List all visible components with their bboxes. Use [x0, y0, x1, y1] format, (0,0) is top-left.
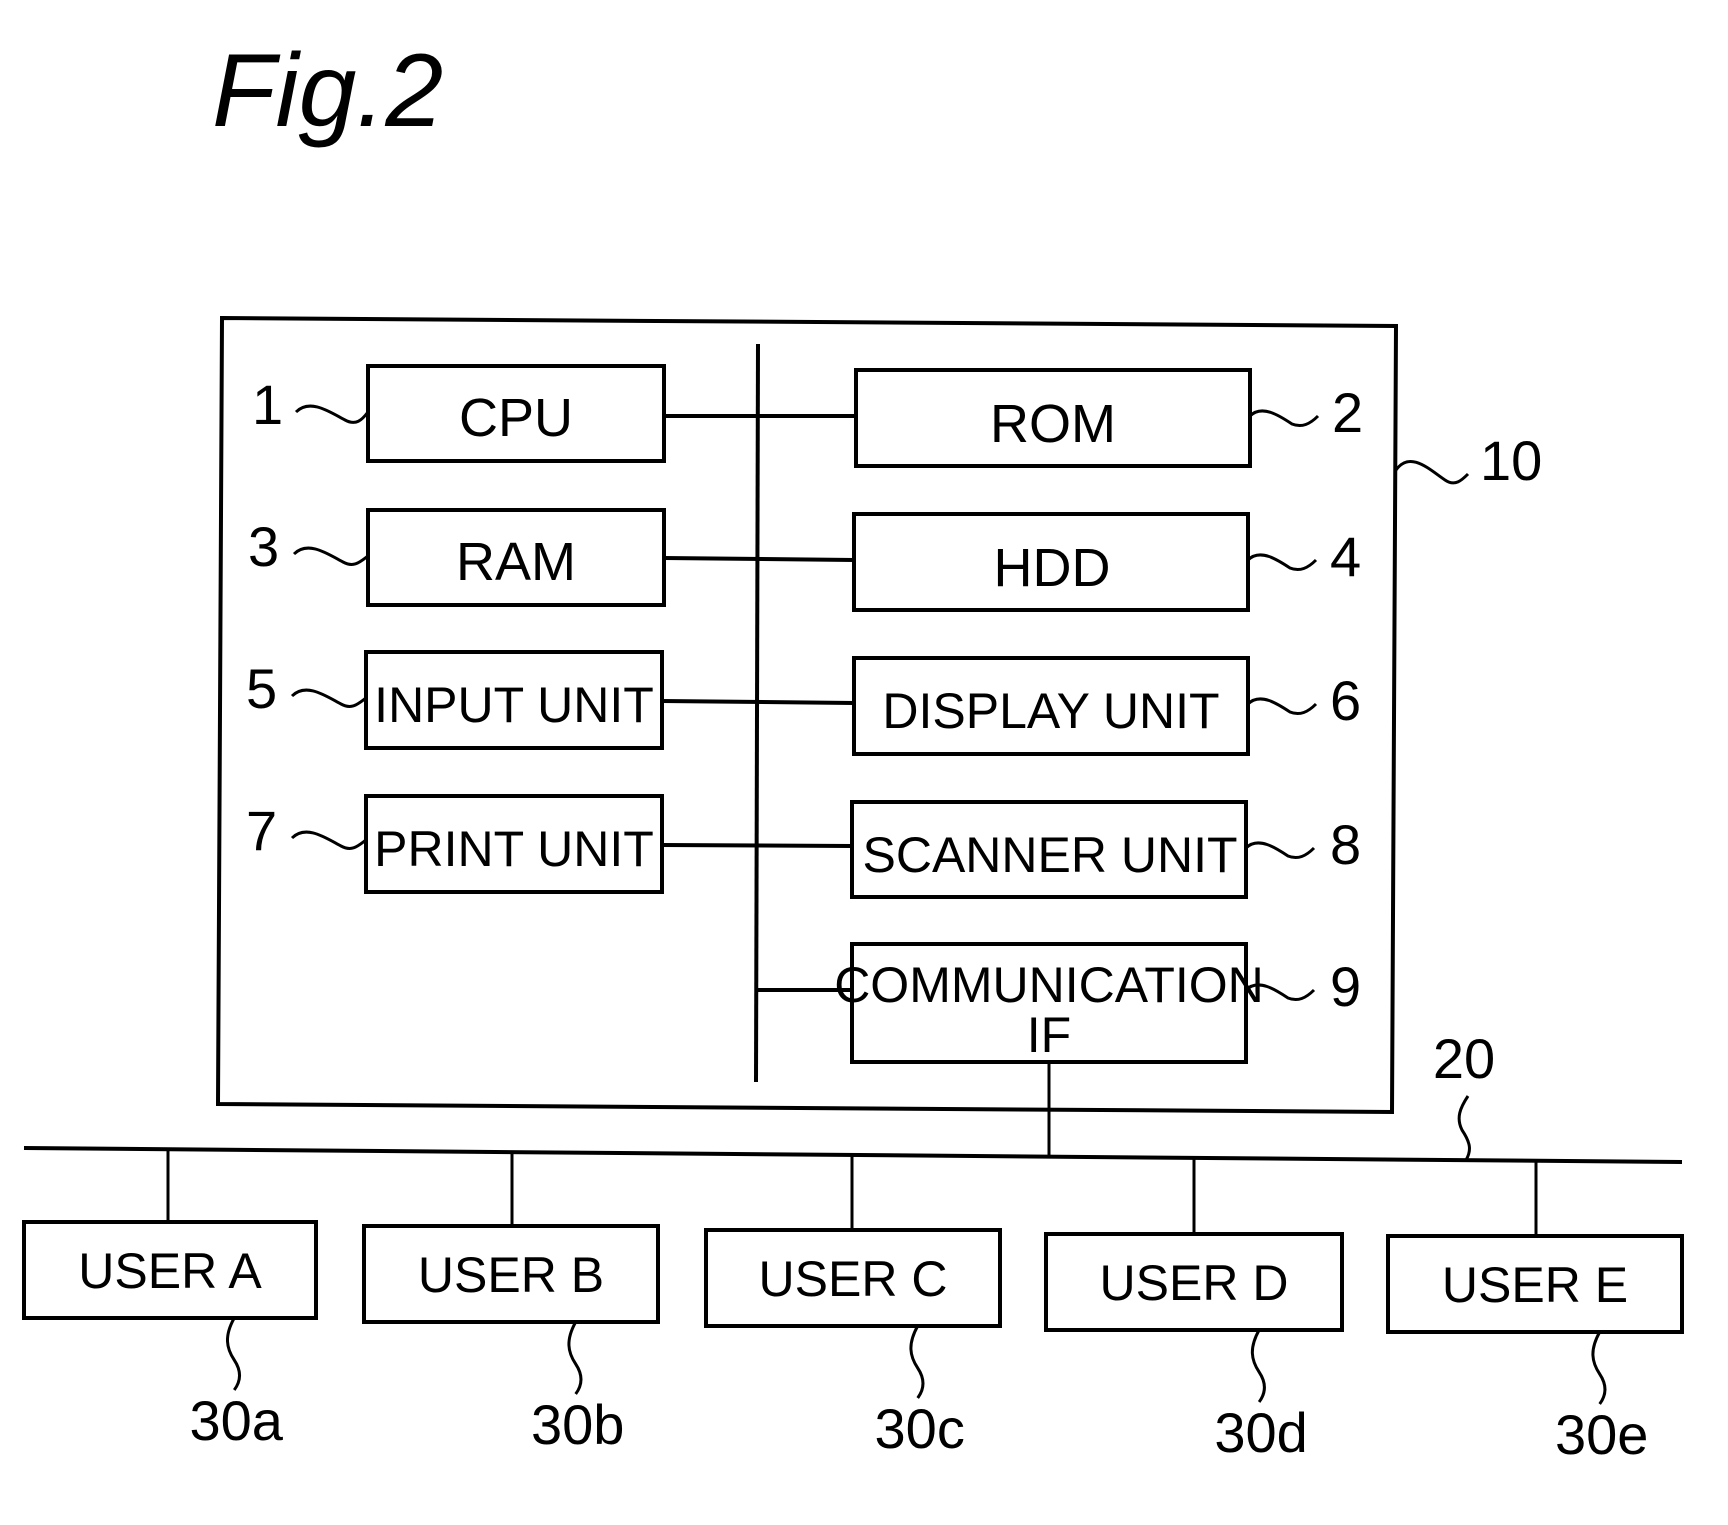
rom-ref: 2: [1332, 381, 1363, 444]
user-ref: 30c: [875, 1397, 965, 1460]
display-unit-ref-leader: [1246, 697, 1318, 716]
rom-label: ROM: [990, 394, 1116, 454]
ram-ref-leader: [292, 546, 369, 566]
hdd-ref: 4: [1330, 525, 1361, 588]
cpu-ref: 1: [252, 373, 283, 436]
component-rom: ROM 2: [854, 368, 1363, 468]
cpu-label: CPU: [459, 388, 573, 448]
user-label: USER E: [1442, 1257, 1628, 1313]
device-ref: 10: [1480, 429, 1542, 492]
user-terminal-a: USER A 30a: [22, 1149, 318, 1452]
print-unit-ref: 7: [246, 799, 277, 862]
user-label: USER C: [759, 1251, 948, 1307]
cpu-ref-leader: [294, 404, 370, 424]
internal-bus: [754, 343, 760, 1083]
print-unit-ref-leader: [290, 830, 367, 850]
network-ref: 20: [1433, 1027, 1495, 1090]
component-cpu: CPU 1: [252, 364, 856, 463]
scanner-unit-ref: 8: [1330, 813, 1361, 876]
display-unit-ref: 6: [1330, 669, 1361, 732]
user-terminal-b: USER B 30b: [362, 1152, 660, 1456]
communication-if-label-line1: COMMUNICATION: [834, 957, 1264, 1013]
user-label: USER A: [78, 1243, 262, 1299]
figure-title: Fig.2: [212, 33, 443, 149]
user-ref-leader: [567, 1321, 583, 1395]
component-hdd: HDD 4: [852, 512, 1361, 612]
component-input-unit: INPUT UNIT 5: [246, 650, 855, 750]
hdd-label: HDD: [994, 538, 1111, 598]
user-ref: 30d: [1214, 1401, 1307, 1464]
input-unit-ref-leader: [290, 688, 367, 708]
component-print-unit: PRINT UNIT 7: [246, 794, 853, 894]
component-communication-if: COMMUNICATION IF 9: [756, 942, 1361, 1156]
communication-if-label-line2: IF: [1027, 1007, 1071, 1063]
user-terminal-c: USER C 30c: [704, 1154, 1002, 1460]
user-ref-leader: [1250, 1329, 1266, 1403]
component-scanner-unit: SCANNER UNIT 8: [850, 800, 1361, 899]
user-terminal-d: USER D 30d: [1044, 1157, 1344, 1464]
component-display-unit: DISPLAY UNIT 6: [852, 656, 1361, 756]
user-ref-leader: [909, 1325, 925, 1399]
user-terminals: USER A30aUSER B30bUSER C30cUSER D30dUSER…: [22, 1149, 1684, 1466]
component-ram: RAM 3: [248, 508, 855, 607]
network-ref-leader: [1457, 1095, 1471, 1161]
ram-bus-link: [663, 556, 855, 562]
input-unit-label: INPUT UNIT: [374, 677, 654, 733]
print-unit-label: PRINT UNIT: [374, 821, 654, 877]
device-ref-leader: [1394, 459, 1470, 485]
rom-ref-leader: [1248, 409, 1320, 428]
print-unit-bus-link: [661, 843, 853, 848]
user-label: USER B: [418, 1247, 604, 1303]
scanner-unit-ref-leader: [1244, 841, 1316, 860]
input-unit-ref: 5: [246, 657, 277, 720]
display-unit-label: DISPLAY UNIT: [882, 683, 1219, 739]
ram-label: RAM: [456, 532, 576, 592]
user-ref: 30b: [531, 1393, 624, 1456]
ram-ref: 3: [248, 515, 279, 578]
user-ref-leader: [1591, 1331, 1607, 1405]
user-ref: 30e: [1555, 1403, 1648, 1466]
communication-if-ref: 9: [1330, 955, 1361, 1018]
hdd-ref-leader: [1246, 553, 1318, 572]
scanner-unit-label: SCANNER UNIT: [862, 827, 1237, 883]
input-unit-bus-link: [661, 699, 855, 705]
user-ref: 30a: [190, 1389, 284, 1452]
user-ref-leader: [225, 1317, 241, 1391]
block-diagram: Fig.2 10 CPU 1 ROM 2 RAM 3 HDD 4 INPUT U…: [22, 33, 1684, 1466]
user-terminal-e: USER E 30e: [1386, 1160, 1684, 1466]
user-label: USER D: [1100, 1255, 1289, 1311]
